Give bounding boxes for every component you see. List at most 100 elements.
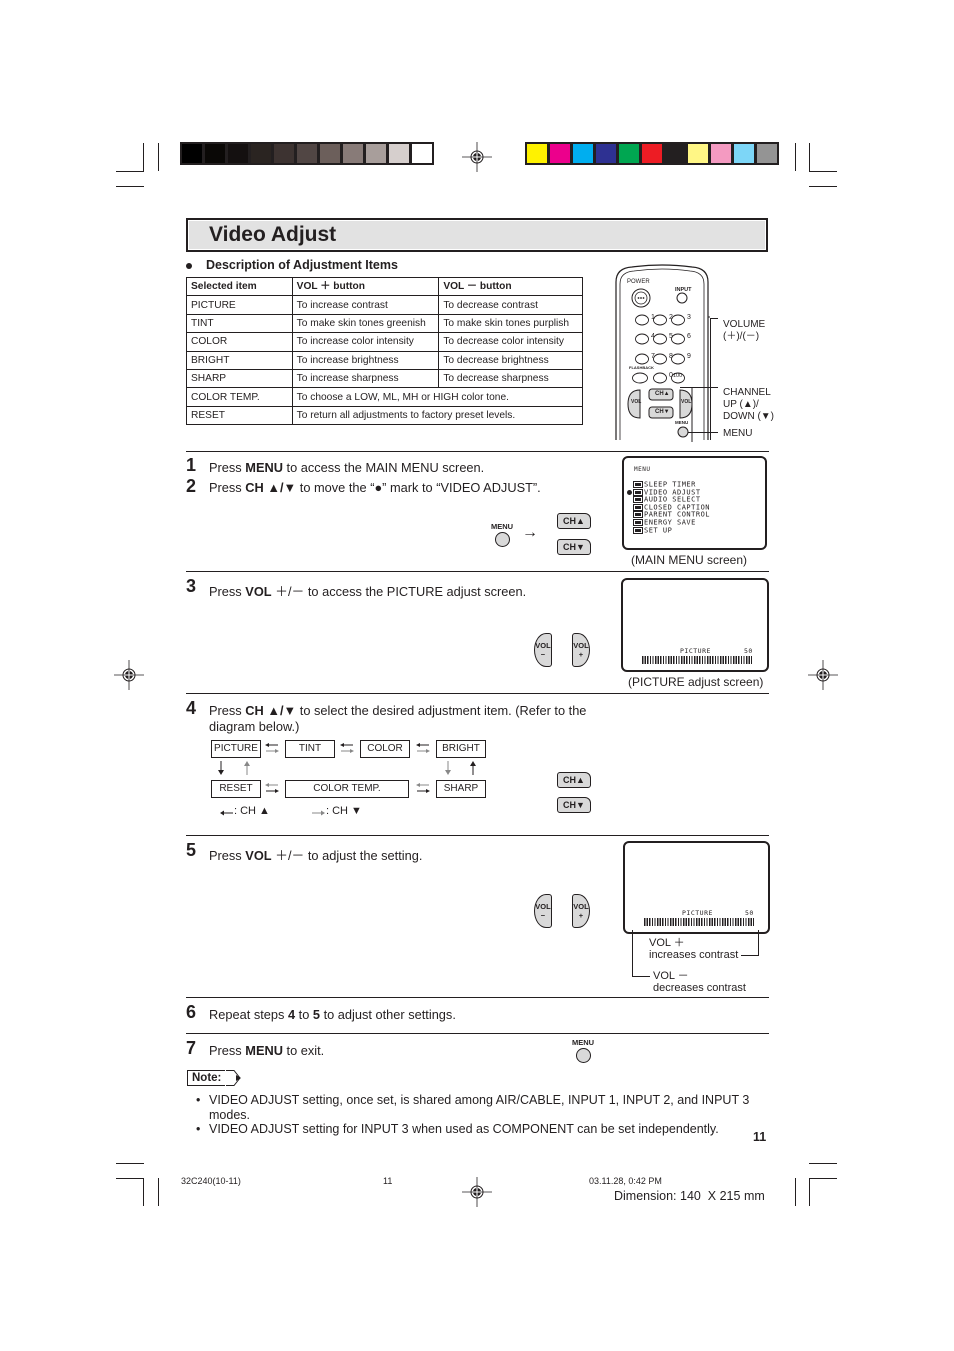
osd-menu-item-icon — [633, 488, 643, 496]
table-header-cell: VOL ＋ button — [291, 276, 440, 297]
flow-item-tint: TINT — [285, 740, 335, 758]
section-divider — [186, 1033, 769, 1034]
remote-digit-labels: 1 2 3 4 5 6 7 8 9 FLASHBACK 0 100 CH▲ CH… — [612, 262, 712, 442]
step-number: 5 — [186, 840, 197, 860]
remote-vol-label: VOL — [681, 399, 692, 405]
osd-picture-value: 50 — [745, 909, 754, 917]
step-number: 7 — [186, 1038, 197, 1058]
ch-down-button[interactable]: CH▼ — [557, 539, 591, 555]
table-cell: PICTURE — [186, 295, 293, 315]
gray-swatch — [182, 144, 202, 163]
table-header-row: Selected item VOL ＋ button VOL － button — [186, 276, 583, 297]
crop-mark — [809, 1163, 837, 1164]
table-cell: To decrease sharpness — [438, 368, 583, 389]
table-cell: To decrease contrast — [438, 295, 583, 315]
vol-plus-button[interactable]: VOL + — [572, 633, 590, 667]
flow-item-bright: BRIGHT — [436, 740, 486, 758]
table-cell: To make skin tones purplish — [438, 313, 583, 334]
crop-mark — [809, 186, 837, 187]
crop-mark — [809, 143, 810, 171]
leader-line — [680, 387, 718, 388]
step-number: 6 — [186, 1002, 197, 1022]
vol-minus-annotation: VOL － decreases contrast — [653, 970, 746, 994]
crop-mark — [795, 1178, 796, 1206]
table-cell: To choose a LOW, ML, MH or HIGH color to… — [291, 387, 584, 407]
table-header-cell: VOL － button — [438, 276, 583, 297]
gray-swatch — [297, 144, 317, 163]
picture-adjust-screen: PICTURE 50 — [621, 578, 769, 672]
table-cell: To increase brightness — [291, 350, 440, 370]
flow-item-color: COLOR — [360, 740, 410, 758]
table-cell: TINT — [186, 313, 293, 334]
table-cell: To make skin tones greenish — [291, 313, 440, 334]
flow-item-picture: PICTURE — [211, 740, 261, 758]
remote-digit: 7 — [651, 353, 655, 360]
note-bullet: • VIDEO ADJUST setting, once set, is shar… — [196, 1093, 750, 1122]
table-cell: SHARP — [186, 368, 293, 389]
description-heading-text: Description of Adjustment Items — [206, 258, 398, 272]
osd-menu-item-label: SET UP — [644, 526, 673, 535]
step-2-text: Press CH ▲/▼ to move the “●” mark to “VI… — [209, 480, 541, 495]
osd-menu-item-icon — [633, 511, 643, 519]
menu-button-label: MENU — [571, 1038, 595, 1047]
main-menu-caption: (MAIN MENU screen) — [631, 553, 748, 567]
gray-swatch — [343, 144, 363, 163]
osd-menu-item-icon — [633, 481, 643, 488]
table-cell: BRIGHT — [186, 350, 293, 370]
table-header-cell: Selected item — [186, 276, 293, 297]
note-bullet: • VIDEO ADJUST setting for INPUT 3 when u… — [196, 1122, 719, 1136]
table-cell: To increase color intensity — [291, 332, 440, 352]
registration-mark-icon — [808, 660, 838, 690]
step-number: 1 — [186, 455, 197, 475]
registration-mark-icon — [114, 660, 144, 690]
osd-picture-value: 50 — [744, 647, 753, 655]
osd-level-bar — [644, 918, 754, 926]
footer-page: 11 — [383, 1176, 393, 1186]
gray-swatch — [366, 144, 386, 163]
leader-line — [632, 976, 650, 977]
gray-swatch — [251, 144, 271, 163]
gray-swatch — [389, 144, 409, 163]
ch-down-button[interactable]: CH▼ — [557, 797, 591, 813]
page-title-bar: Video Adjust — [186, 218, 768, 252]
picture-adjust-screen: PICTURE 50 — [623, 841, 770, 934]
menu-button[interactable]: MENU — [568, 1038, 598, 1063]
page-number: 11 — [753, 1130, 767, 1144]
ch-up-button[interactable]: CH▲ — [557, 513, 591, 529]
menu-button[interactable]: MENU — [487, 522, 517, 547]
gray-swatch — [205, 144, 225, 163]
bidirectional-arrow-icon — [340, 743, 354, 753]
remote-digit: 4 — [651, 333, 655, 340]
color-swatch — [596, 144, 616, 163]
table-cell: COLOR TEMP. — [186, 387, 293, 407]
table-cell: To increase sharpness — [291, 368, 440, 389]
footer-datetime: 03.11.28, 0:42 PM — [589, 1176, 662, 1186]
step-6-text: Repeat steps 4 to 5 to adjust other sett… — [209, 1007, 456, 1022]
grayscale-calibration-bar — [180, 142, 434, 165]
main-menu-screen: MENU SLEEP TIMER VIDEO ADJUST AUDIO SELECT… — [622, 456, 767, 550]
crop-mark — [795, 143, 796, 171]
arrow-right-icon: → — [522, 524, 538, 541]
bidirectional-arrow-icon — [265, 783, 279, 793]
remote-vol-label: VOL — [631, 399, 642, 405]
vol-plus-button[interactable]: VOL + — [572, 894, 590, 928]
vol-minus-button[interactable]: VOL − — [534, 894, 552, 928]
vol-minus-button[interactable]: VOL − — [534, 633, 552, 667]
table-row: COLOR To increase color intensity To decre… — [186, 332, 583, 352]
channel-label: CHANNEL UP (▲)/DOWN (▼) — [723, 387, 774, 422]
gray-swatch — [274, 144, 294, 163]
ch-up-button[interactable]: CH▲ — [557, 772, 591, 788]
leader-line — [741, 955, 759, 956]
remote-digit: 9 — [687, 353, 691, 360]
remote-digit: 1 — [651, 314, 655, 321]
selection-dot-icon — [627, 489, 632, 495]
bullet-icon — [186, 262, 192, 269]
table-row: RESET To return all adjustments to factor… — [186, 405, 584, 426]
table-row: TINT To make skin tones greenish To make s… — [186, 313, 583, 334]
color-swatch — [573, 144, 593, 163]
flow-item-color-temp: COLOR TEMP. — [285, 780, 409, 798]
